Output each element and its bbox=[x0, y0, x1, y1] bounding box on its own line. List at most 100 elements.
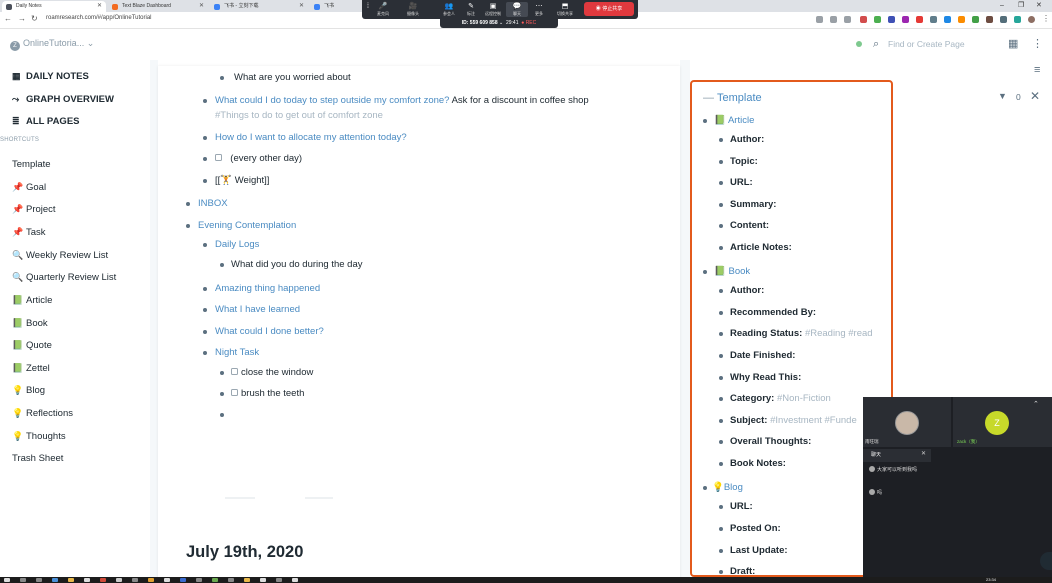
page-link[interactable]: What could I do today to step outside my… bbox=[215, 95, 449, 106]
sidebar-item-graph-overview[interactable]: ⤳ GRAPH OVERVIEW bbox=[12, 94, 114, 105]
page-title[interactable]: July 19th, 2020 bbox=[186, 543, 303, 562]
remote-control-button[interactable]: ▣ 远程控制 bbox=[482, 2, 504, 17]
field-book-overall[interactable]: Overall Thoughts: bbox=[719, 436, 811, 447]
bullet[interactable] bbox=[203, 308, 207, 312]
page-link[interactable]: How do I want to allocate my attention t… bbox=[215, 132, 407, 143]
page-link[interactable]: Daily Logs bbox=[215, 239, 259, 250]
folder-icon[interactable] bbox=[68, 578, 74, 582]
bookmark-star-icon[interactable] bbox=[844, 16, 851, 23]
annotate-button[interactable]: ✎ 标注 bbox=[460, 2, 482, 17]
extension-icon[interactable] bbox=[930, 16, 937, 23]
bullet[interactable] bbox=[719, 462, 723, 466]
block-brush-teeth[interactable]: brush the teeth bbox=[220, 388, 304, 399]
extension-icon[interactable] bbox=[816, 16, 823, 23]
page-link[interactable]: Evening Contemplation bbox=[198, 220, 296, 231]
microphone-button[interactable]: 🎤 麦克风 bbox=[372, 2, 394, 17]
zoom-icon[interactable] bbox=[830, 16, 837, 23]
calendar-icon[interactable]: ▦ bbox=[1008, 37, 1018, 50]
close-window-button[interactable]: ✕ bbox=[1036, 0, 1042, 12]
bullet[interactable] bbox=[719, 332, 723, 336]
todo-checkbox[interactable] bbox=[231, 368, 238, 375]
bullet[interactable] bbox=[719, 440, 723, 444]
app-icon[interactable] bbox=[260, 578, 266, 582]
extension-icon[interactable] bbox=[874, 16, 881, 23]
bullet[interactable] bbox=[220, 413, 224, 417]
page-link[interactable]: INBOX bbox=[198, 198, 228, 209]
toggle-right-sidebar-icon[interactable]: ≡ bbox=[1034, 64, 1040, 76]
tag-link[interactable]: #Investment #Funde bbox=[770, 415, 857, 426]
bullet[interactable] bbox=[203, 287, 207, 291]
page-link[interactable]: What I have learned bbox=[215, 304, 300, 315]
bullet[interactable] bbox=[220, 263, 224, 267]
page-link[interactable]: Template bbox=[717, 92, 762, 104]
chevron-up-icon[interactable]: ⌃ bbox=[1033, 400, 1039, 408]
field-book-why-read[interactable]: Why Read This: bbox=[719, 372, 801, 383]
back-icon[interactable]: ← bbox=[4, 14, 12, 23]
shortcut-project[interactable]: 📌 Project bbox=[12, 204, 56, 215]
app-icon[interactable] bbox=[180, 578, 186, 582]
chevron-down-icon[interactable]: ⌄ bbox=[499, 20, 503, 26]
app-icon[interactable] bbox=[116, 578, 122, 582]
field-book-recommended[interactable]: Recommended By: bbox=[719, 307, 816, 318]
bullet[interactable] bbox=[719, 397, 723, 401]
tag-comfort-zone[interactable]: #Things to do to get out of comfort zone bbox=[215, 110, 383, 121]
bullet[interactable] bbox=[719, 224, 723, 228]
block-blog[interactable]: 💡Blog bbox=[703, 482, 743, 493]
restore-window-button[interactable]: ❐ bbox=[1018, 0, 1024, 12]
shortcut-zettel[interactable]: 📗 Zettel bbox=[12, 363, 50, 374]
bullet[interactable] bbox=[719, 505, 723, 509]
app-icon[interactable] bbox=[84, 578, 90, 582]
extension-icon[interactable] bbox=[916, 16, 923, 23]
field-blog-last-update[interactable]: Last Update: bbox=[719, 545, 788, 556]
shortcut-goal[interactable]: 📌 Goal bbox=[12, 182, 46, 193]
stop-sharing-button[interactable]: ◉ 停止共享 bbox=[584, 2, 634, 16]
bullet[interactable] bbox=[203, 136, 207, 140]
shortcut-article[interactable]: 📗 Article bbox=[12, 295, 52, 306]
bullet[interactable] bbox=[186, 224, 190, 228]
todo-checkbox[interactable] bbox=[215, 154, 222, 161]
chat-button[interactable]: 💬 聊天 bbox=[506, 2, 528, 17]
page-link[interactable]: Article bbox=[728, 115, 754, 126]
field-book-category[interactable]: Category: #Non-Fiction bbox=[719, 393, 831, 404]
page-link[interactable]: Blog bbox=[724, 482, 743, 493]
extension-icon[interactable] bbox=[986, 16, 993, 23]
more-button[interactable]: ⋯ 更多 bbox=[528, 2, 550, 17]
bullet[interactable] bbox=[203, 157, 207, 161]
switch-share-button[interactable]: ⬒ 切换共享 bbox=[554, 2, 576, 17]
minimize-window-button[interactable]: – bbox=[1000, 0, 1004, 12]
bullet[interactable] bbox=[719, 138, 723, 142]
bullet[interactable] bbox=[203, 99, 207, 103]
shortcut-book[interactable]: 📗 Book bbox=[12, 318, 48, 329]
extension-icon[interactable] bbox=[944, 16, 951, 23]
page-link[interactable]: Book bbox=[728, 266, 750, 277]
field-book-reading-status[interactable]: Reading Status: #Reading #read bbox=[719, 328, 873, 339]
bullet[interactable] bbox=[719, 527, 723, 531]
tab-daily-notes[interactable]: Daily Notes ✕ bbox=[2, 1, 106, 12]
template-page-title[interactable]: — Template bbox=[703, 92, 762, 104]
field-blog-draft[interactable]: Draft: bbox=[719, 566, 755, 577]
field-article-content[interactable]: Content: bbox=[719, 220, 769, 231]
bullet[interactable] bbox=[203, 330, 207, 334]
page-link[interactable]: Amazing thing happened bbox=[215, 283, 320, 294]
app-icon[interactable] bbox=[276, 578, 282, 582]
shortcut-weekly-review[interactable]: 🔍 Weekly Review List bbox=[12, 250, 108, 261]
field-blog-url[interactable]: URL: bbox=[719, 501, 753, 512]
tab-text-blaze[interactable]: Text Blaze Dashboard ✕ bbox=[108, 1, 208, 12]
tag-link[interactable]: #Reading #read bbox=[805, 328, 873, 339]
camera-button[interactable]: 🎥 摄像头 bbox=[402, 2, 424, 17]
bullet[interactable] bbox=[220, 76, 224, 80]
block-daily-logs[interactable]: Daily Logs bbox=[203, 239, 259, 250]
app-icon[interactable] bbox=[148, 578, 154, 582]
field-article-notes[interactable]: Article Notes: bbox=[719, 242, 792, 253]
block-weight[interactable]: [[🏋 Weight]] bbox=[203, 175, 269, 186]
profile-avatar-icon[interactable] bbox=[1028, 16, 1035, 23]
block-night-task[interactable]: Night Task bbox=[203, 347, 259, 358]
bullet[interactable] bbox=[220, 371, 224, 375]
search-icon[interactable] bbox=[20, 578, 26, 582]
extension-icon[interactable] bbox=[888, 16, 895, 23]
bullet[interactable] bbox=[719, 354, 723, 358]
app-icon[interactable] bbox=[212, 578, 218, 582]
block-attention[interactable]: How do I want to allocate my attention t… bbox=[203, 132, 407, 143]
field-book-subject[interactable]: Subject: #Investment #Funde bbox=[719, 415, 857, 426]
extension-icon[interactable] bbox=[860, 16, 867, 23]
